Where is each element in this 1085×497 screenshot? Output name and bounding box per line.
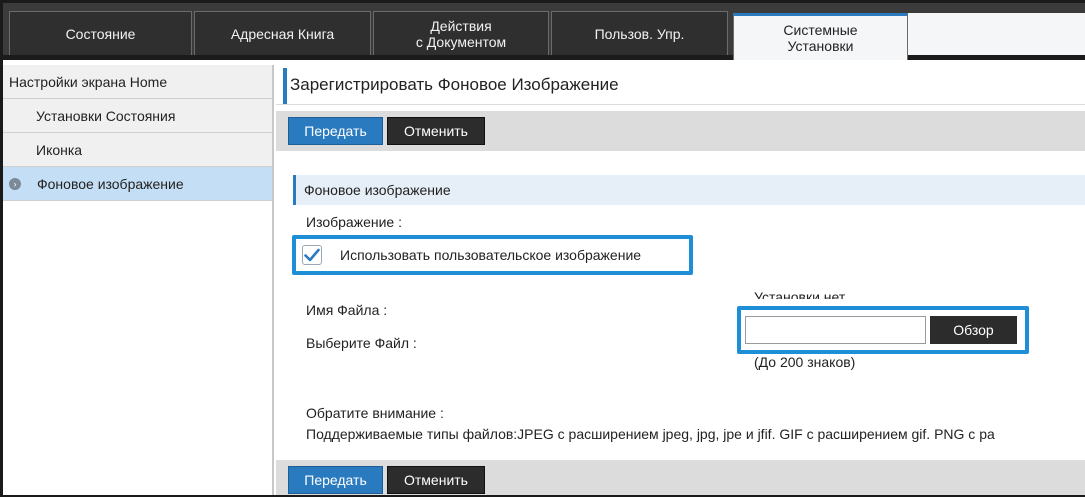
sidebar-item-background-image[interactable]: › Фоновое изображение	[3, 167, 272, 201]
app-frame: Состояние Адресная Книга Действия с Доку…	[0, 0, 1085, 497]
sidebar-item-label: Иконка	[36, 141, 83, 158]
tab-user-control-label: Пользов. Упр.	[594, 25, 685, 42]
tab-system-settings[interactable]: Системные Установки	[733, 13, 908, 60]
filename-value: Установки нет	[754, 289, 846, 299]
use-custom-image-checkbox[interactable]	[302, 245, 322, 265]
notice-text: Поддерживаемые типы файлов:JPEG с расшир…	[306, 426, 995, 442]
tab-document-operations[interactable]: Действия с Документом	[373, 11, 549, 55]
file-select-highlight: Обзор	[737, 306, 1029, 354]
sidebar-item-home-screen-settings[interactable]: Настройки экрана Home	[3, 65, 272, 99]
chevron-right-icon: ›	[9, 177, 21, 190]
cancel-button-bottom[interactable]: Отменить	[387, 466, 485, 494]
cancel-button[interactable]: Отменить	[387, 117, 485, 145]
page-title-text: Зарегистрировать Фоновое Изображение	[290, 74, 619, 94]
section-header-text: Фоновое изображение	[304, 182, 451, 198]
sidebar-item-icon[interactable]: Иконка	[3, 133, 272, 167]
tab-status[interactable]: Состояние	[9, 11, 192, 55]
checkmark-icon	[304, 248, 320, 262]
browse-button[interactable]: Обзор	[930, 316, 1017, 344]
top-tab-bar: Состояние Адресная Книга Действия с Доку…	[3, 3, 1085, 60]
section-header: Фоновое изображение	[293, 175, 1085, 205]
file-path-input[interactable]	[745, 316, 926, 344]
select-file-label: Выберите Файл :	[306, 335, 417, 351]
sidebar-item-label: Настройки экрана Home	[9, 73, 168, 90]
tab-status-label: Состояние	[65, 25, 136, 42]
tab-document-operations-label: Действия с Документом	[415, 17, 507, 50]
tab-bar-filler	[908, 13, 1085, 55]
tab-address-book[interactable]: Адресная Книга	[194, 11, 371, 55]
sidebar-item-status-settings[interactable]: Установки Состояния	[3, 99, 272, 133]
use-custom-image-label: Использовать пользовательское изображени…	[340, 247, 642, 263]
tab-system-settings-label: Системные Установки	[783, 22, 858, 54]
use-custom-image-highlight: Использовать пользовательское изображени…	[292, 235, 693, 275]
notice-title: Обратите внимание :	[306, 405, 444, 421]
character-limit-text: (До 200 знаков)	[754, 354, 856, 370]
sidebar: Настройки экрана Home Установки Состояни…	[3, 65, 274, 495]
image-label: Изображение :	[306, 214, 402, 230]
sidebar-item-label: Фоновое изображение	[37, 175, 184, 192]
page-title: Зарегистрировать Фоновое Изображение	[276, 65, 1085, 105]
filename-label: Имя Файла :	[306, 302, 388, 318]
bottom-button-bar: Передать Отменить	[276, 460, 1085, 495]
sidebar-item-label: Установки Состояния	[36, 107, 176, 124]
main-content: Зарегистрировать Фоновое Изображение Пер…	[276, 65, 1085, 495]
tab-user-control[interactable]: Пользов. Упр.	[551, 11, 728, 55]
submit-button[interactable]: Передать	[288, 117, 383, 145]
tab-address-book-label: Адресная Книга	[230, 25, 335, 42]
top-button-bar: Передать Отменить	[276, 111, 1085, 151]
submit-button-bottom[interactable]: Передать	[288, 466, 383, 494]
